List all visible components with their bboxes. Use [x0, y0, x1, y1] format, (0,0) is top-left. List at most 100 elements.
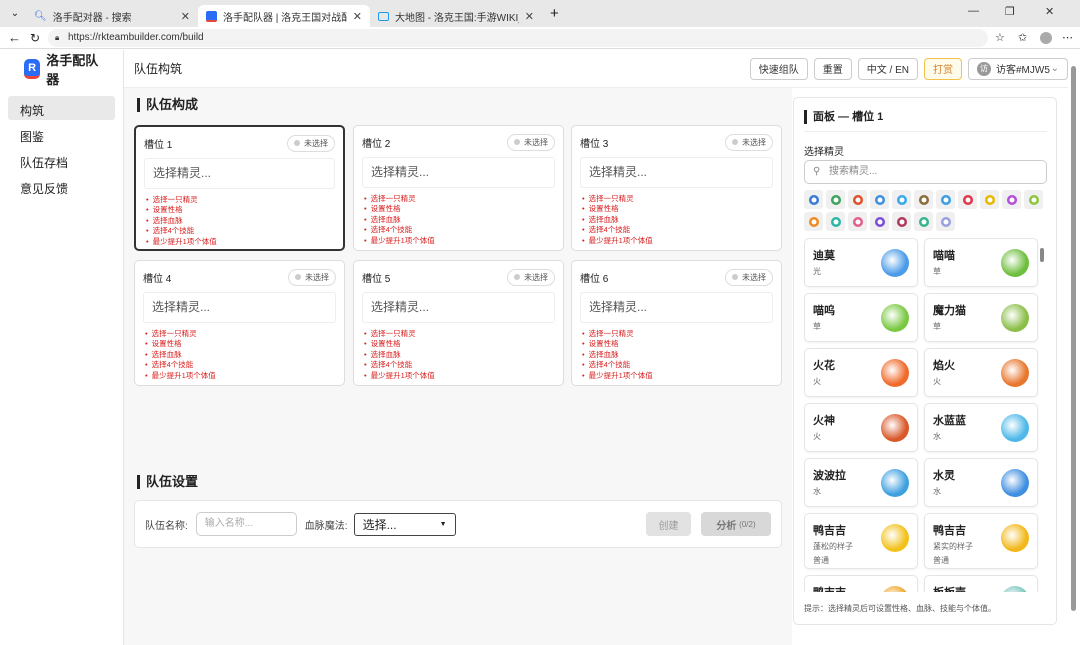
tab-list-button[interactable]: ⌄	[4, 8, 26, 19]
pet-sprite-icon	[881, 304, 909, 332]
restore-button[interactable]: ❐	[1005, 5, 1015, 18]
pet-card[interactable]: 魔力猫 草	[924, 293, 1038, 342]
type-filter-icon[interactable]	[848, 212, 867, 231]
type-filter-icon[interactable]	[826, 190, 845, 209]
browser-tab[interactable]: 🔍︎ 洛手配对器 - 搜索 ✕	[26, 5, 198, 27]
select-pet-field[interactable]: 选择精灵...	[580, 292, 773, 323]
pet-card[interactable]: 焰火 火	[924, 348, 1038, 397]
refresh-icon[interactable]: ↻	[30, 31, 40, 45]
pet-sprite-icon	[1001, 524, 1029, 552]
requirement-item: 选择血脉	[364, 350, 555, 360]
close-tab-icon[interactable]: ✕	[181, 10, 190, 23]
team-slot[interactable]: 槽位 1 未选择 选择精灵... 选择一只精灵设置性格选择血脉选择4个技能最少提升…	[134, 125, 345, 251]
pet-card[interactable]: 鸭吉吉 蓬松的样子 普通	[804, 513, 918, 569]
nav-pokedex[interactable]: 图鉴	[8, 122, 115, 146]
requirement-item: 设置性格	[145, 339, 336, 349]
requirement-item: 设置性格	[582, 339, 773, 349]
requirements-list: 选择一只精灵设置性格选择血脉选择4个技能最少提升1项个体值	[362, 194, 555, 246]
pet-card[interactable]: 水蓝蓝 水	[924, 403, 1038, 452]
app-logo[interactable]: R 洛手配队器	[0, 50, 123, 88]
close-window-button[interactable]: ✕	[1045, 5, 1054, 18]
quick-team-button[interactable]: 快速组队	[749, 57, 808, 80]
language-button[interactable]: 中文 / EN	[857, 57, 918, 80]
type-filter-icon[interactable]	[1002, 190, 1021, 209]
profile-icon[interactable]	[1040, 31, 1052, 44]
reset-button[interactable]: 重置	[813, 57, 852, 80]
pet-card[interactable]: 火神 火	[804, 403, 918, 452]
create-button[interactable]: 创建	[646, 512, 691, 536]
type-filter-icon[interactable]	[892, 212, 911, 231]
type-filter-icon[interactable]	[848, 190, 867, 209]
requirement-item: 选择血脉	[146, 216, 335, 226]
close-tab-icon[interactable]: ✕	[353, 10, 362, 23]
type-filter-icon[interactable]	[804, 190, 823, 209]
bilibili-icon	[378, 11, 389, 21]
page-scrollbar[interactable]	[1071, 66, 1076, 611]
nav-feedback[interactable]: 意见反馈	[8, 174, 115, 198]
new-tab-button[interactable]: +	[550, 5, 559, 22]
team-name-input[interactable]: 输入名称...	[195, 512, 297, 536]
type-filter-icon[interactable]	[914, 190, 933, 209]
magic-select[interactable]: 选择... ▼	[353, 512, 456, 536]
pet-sprite-icon	[1001, 469, 1029, 497]
team-slot[interactable]: 槽位 6 未选择 选择精灵... 选择一只精灵设置性格选择血脉选择4个技能最少提升…	[571, 260, 782, 386]
back-icon[interactable]: ←	[8, 30, 21, 45]
select-pet-field[interactable]: 选择精灵...	[144, 158, 335, 189]
select-pet-field[interactable]: 选择精灵...	[580, 157, 773, 188]
type-filter-icon[interactable]	[980, 190, 999, 209]
status-badge: 未选择	[725, 269, 773, 286]
type-filter-icon[interactable]	[870, 190, 889, 209]
browser-tab-active[interactable]: 洛手配队器 | 洛克王国对战配队工具✕	[198, 5, 370, 27]
star-icon[interactable]: ☆	[995, 31, 1005, 44]
pet-card[interactable]: 迪莫 光	[804, 238, 918, 287]
type-filter-icon[interactable]	[892, 190, 911, 209]
close-tab-icon[interactable]: ✕	[525, 10, 534, 23]
pet-card[interactable]: 水灵 水	[924, 458, 1038, 507]
team-slot[interactable]: 槽位 3 未选择 选择精灵... 选择一只精灵设置性格选择血脉选择4个技能最少提升…	[571, 125, 782, 251]
select-pet-field[interactable]: 选择精灵...	[362, 157, 555, 188]
more-icon[interactable]: ⋯	[1062, 31, 1073, 44]
select-pet-field[interactable]: 选择精灵...	[362, 292, 555, 323]
type-filter-icon[interactable]	[1024, 190, 1043, 209]
type-filter-icon[interactable]	[870, 212, 889, 231]
nav-team-archive[interactable]: 队伍存档	[8, 148, 115, 172]
requirement-item: 选择4个技能	[145, 360, 336, 370]
pet-sprite-icon	[881, 249, 909, 277]
team-slot[interactable]: 槽位 5 未选择 选择精灵... 选择一只精灵设置性格选择血脉选择4个技能最少提升…	[353, 260, 564, 386]
type-filter-icon[interactable]	[936, 190, 955, 209]
team-slot[interactable]: 槽位 4 未选择 选择精灵... 选择一只精灵设置性格选择血脉选择4个技能最少提升…	[134, 260, 345, 386]
url-input[interactable]: 🔒︎ https://rkteambuilder.com/build	[48, 29, 988, 47]
select-pet-field[interactable]: 选择精灵...	[143, 292, 336, 323]
type-filter-icon[interactable]	[914, 212, 933, 231]
requirement-item: 设置性格	[364, 204, 555, 214]
type-filter-icon[interactable]	[826, 212, 845, 231]
pet-sprite-icon	[881, 359, 909, 387]
pet-card[interactable]: 喵喵 草	[924, 238, 1038, 287]
nav-build[interactable]: 构筑	[8, 96, 115, 120]
team-slot[interactable]: 槽位 2 未选择 选择精灵... 选择一只精灵设置性格选择血脉选择4个技能最少提升…	[353, 125, 564, 251]
type-filter-icon[interactable]	[936, 212, 955, 231]
pet-list-scrollbar[interactable]	[1040, 248, 1044, 262]
requirement-item: 选择血脉	[145, 350, 336, 360]
requirements-list: 选择一只精灵设置性格选择血脉选择4个技能最少提升1项个体值	[362, 329, 555, 381]
magic-label: 血脉魔法:	[304, 520, 348, 532]
tip-button[interactable]: 打赏	[924, 57, 962, 80]
requirement-item: 最少提升1项个体值	[364, 236, 555, 246]
pet-card[interactable]: 喵呜 草	[804, 293, 918, 342]
pet-card[interactable]: 板板壳	[924, 575, 1038, 592]
requirement-item: 最少提升1项个体值	[364, 371, 555, 381]
section-title-team: 队伍构成	[137, 98, 198, 112]
pet-card[interactable]: 鸭吉吉	[804, 575, 918, 592]
pet-card[interactable]: 波波拉 水	[804, 458, 918, 507]
pet-card[interactable]: 火花 火	[804, 348, 918, 397]
type-filter-icon[interactable]	[804, 212, 823, 231]
favorites-icon[interactable]: ✩	[1018, 31, 1027, 44]
pet-card[interactable]: 鸭吉吉 紧实的样子 普通	[924, 513, 1038, 569]
analyze-button[interactable]: 分析 (0/2)	[701, 512, 771, 536]
minimize-button[interactable]: —	[968, 5, 979, 17]
user-menu[interactable]: 访访客#MJW5 ⌄	[968, 57, 1068, 80]
pet-search-input[interactable]: ⚲ 搜索精灵...	[804, 160, 1047, 184]
type-filter-icon[interactable]	[958, 190, 977, 209]
browser-tab[interactable]: 大地图 - 洛克王国:手游WIKI_BWIKI✕	[370, 5, 542, 27]
requirement-item: 选择血脉	[364, 215, 555, 225]
